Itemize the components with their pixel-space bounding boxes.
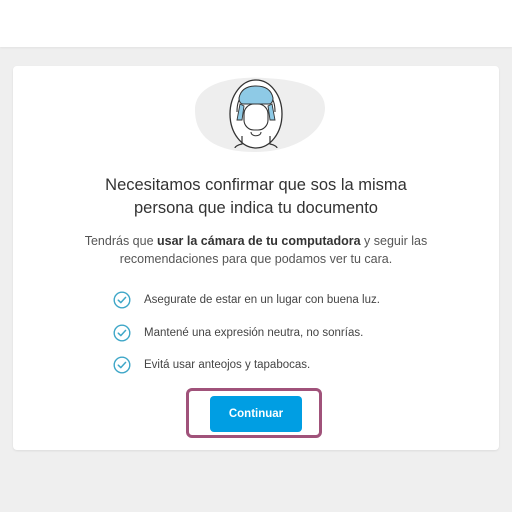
- face-avatar-icon: [195, 77, 325, 152]
- tip-text: Mantené una expresión neutra, no sonrías…: [144, 326, 364, 339]
- check-circle-icon: [113, 291, 131, 309]
- top-navigation-bar: [0, 0, 512, 47]
- identity-verification-card: Necesitamos confirmar que sos la misma p…: [13, 66, 499, 450]
- instructions-prefix: Tendrás que: [84, 234, 158, 248]
- list-item: Mantené una expresión neutra, no sonrías…: [113, 323, 380, 343]
- instructions-suffix: y seguir las: [360, 234, 428, 248]
- title-line-1: Necesitamos confirmar que sos la misma: [105, 176, 407, 194]
- page-title: Necesitamos confirmar que sos la misma p…: [13, 174, 499, 220]
- tip-text: Asegurate de estar en un lugar con buena…: [144, 294, 380, 306]
- title-line-2: persona que indica tu documento: [133, 199, 378, 217]
- instructions-line-2: recomendaciones para que podamos ver tu …: [119, 252, 393, 266]
- check-circle-icon: [113, 323, 131, 342]
- check-circle-icon: [113, 356, 131, 374]
- recommendations-list: Asegurate de estar en un lugar con buena…: [113, 290, 380, 388]
- instructions-emphasis: usar la cámara de tu computadora: [157, 234, 361, 248]
- continue-button[interactable]: Continuar: [210, 396, 302, 432]
- instructions-text: Tendrás que usar la cámara de tu computa…: [13, 232, 499, 268]
- tip-text: Evitá usar anteojos y tapabocas.: [144, 359, 311, 371]
- list-item: Asegurate de estar en un lugar con buena…: [113, 290, 380, 310]
- list-item: Evitá usar anteojos y tapabocas.: [113, 355, 380, 375]
